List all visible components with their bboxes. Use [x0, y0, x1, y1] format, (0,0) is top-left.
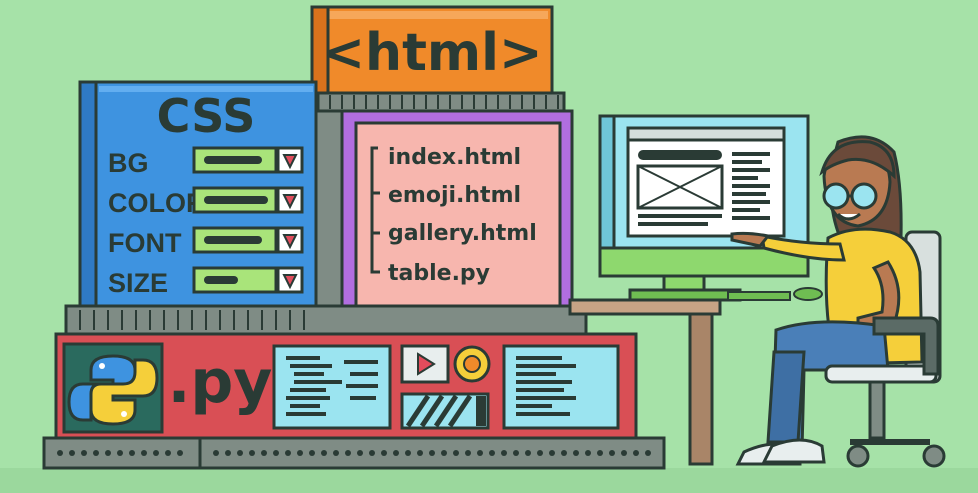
chair-seat [824, 364, 938, 384]
css-row: FONT [108, 226, 304, 258]
mid-vent [64, 304, 588, 336]
css-row-label: FONT [108, 228, 182, 258]
glasses-icon [822, 182, 850, 210]
monitor [598, 114, 810, 302]
file-item: emoji.html [388, 183, 521, 208]
file-item: table.py [388, 261, 490, 286]
python-console: .py [54, 332, 638, 440]
css-row-label: SIZE [108, 268, 168, 298]
file-item: index.html [388, 145, 521, 170]
developer-illustration: <html> index.html emoji.html gallery.htm… [0, 5, 978, 493]
py-title: .py [168, 347, 273, 417]
css-row: SIZE [108, 266, 304, 298]
html-sign-title: <html> [321, 23, 542, 83]
base-plate [42, 436, 666, 470]
css-title: CSS [157, 89, 256, 143]
mouse [793, 287, 823, 301]
css-panel: CSS BG COLOR FONT SIZE [78, 80, 318, 308]
css-row-label: BG [108, 148, 149, 178]
file-item: gallery.html [388, 221, 537, 246]
keyboard [727, 291, 791, 301]
css-row-label: COLOR [108, 188, 206, 218]
css-row: COLOR [108, 186, 304, 218]
ground [0, 468, 978, 493]
html-sign: <html> [310, 5, 554, 95]
chair-wheel [922, 444, 946, 468]
css-row: BG [108, 146, 304, 178]
chair-wheel [846, 444, 870, 468]
file-panel: index.html emoji.html gallery.html table… [308, 109, 574, 323]
